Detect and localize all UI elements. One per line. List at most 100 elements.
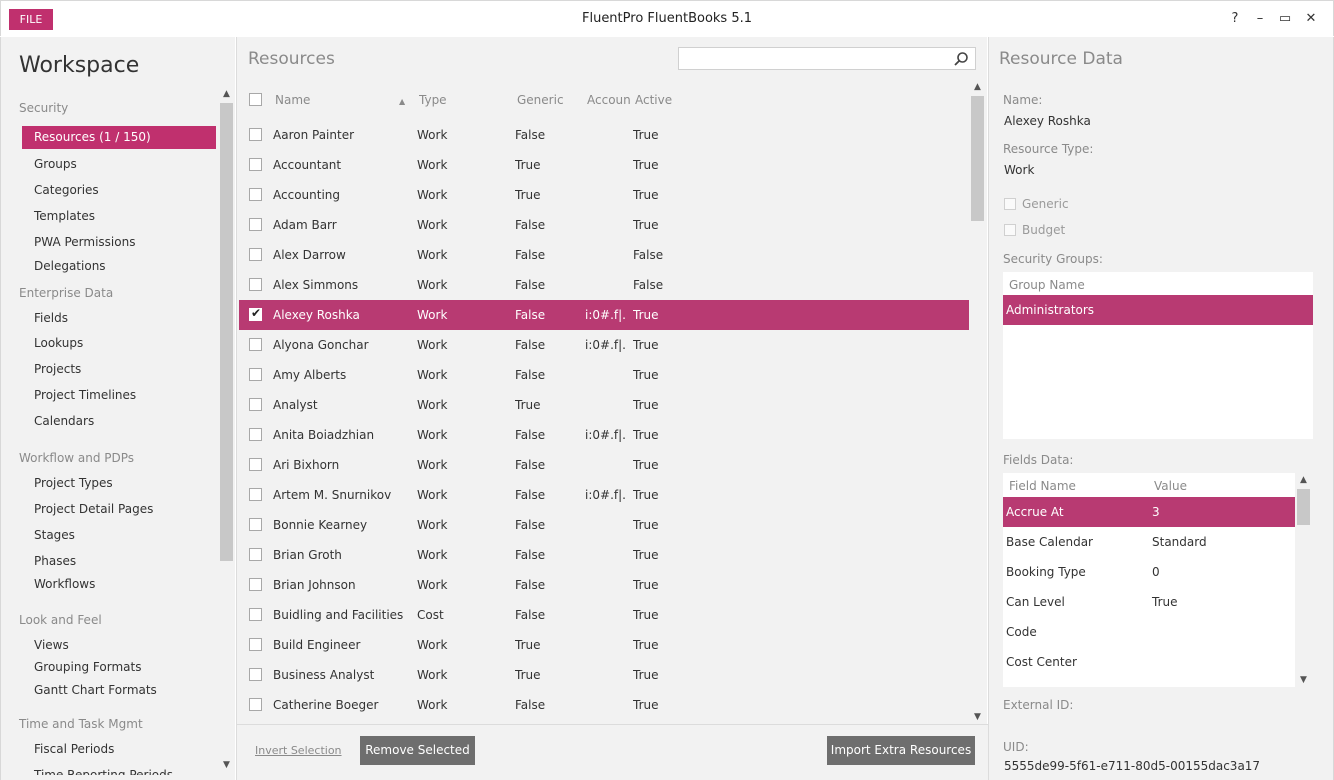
scroll-up-icon[interactable]: ▲ (1295, 475, 1312, 485)
nav-item[interactable]: Phases (34, 554, 76, 568)
field-row[interactable]: Cost Center (1003, 647, 1295, 677)
scroll-thumb[interactable] (971, 96, 984, 221)
minimize-button[interactable]: – (1252, 11, 1268, 26)
table-row[interactable]: Business Analyst Work True True (239, 660, 969, 690)
nav-item[interactable]: Templates (34, 209, 95, 223)
nav-item[interactable]: Workflows (34, 577, 95, 591)
row-checkbox[interactable] (249, 398, 262, 411)
row-checkbox[interactable] (249, 668, 262, 681)
table-row[interactable]: Build Engineer Work True True (239, 630, 969, 660)
nav-item[interactable]: Gantt Chart Formats (34, 683, 157, 697)
table-row[interactable]: Buidling and Facilities Cost False True (239, 600, 969, 630)
field-row[interactable]: Base Calendar Standard (1003, 527, 1295, 557)
nav-item[interactable]: Delegations (34, 259, 106, 273)
help-button[interactable]: ? (1227, 11, 1243, 26)
invert-selection-link[interactable]: Invert Selection (255, 744, 342, 757)
nav-scrollbar[interactable]: ▲ ▼ (218, 87, 235, 772)
row-checkbox[interactable] (249, 428, 262, 441)
table-row[interactable]: Ari Bixhorn Work False True (239, 450, 969, 480)
scroll-down-icon[interactable]: ▼ (218, 760, 235, 770)
scroll-up-icon[interactable]: ▲ (218, 89, 235, 99)
nav-item[interactable]: Stages (34, 528, 75, 542)
field-row[interactable]: Booking Type 0 (1003, 557, 1295, 587)
column-active[interactable]: Active (635, 93, 695, 107)
resource-type-value[interactable]: Work (1004, 163, 1034, 177)
table-row[interactable]: Anita Boiadzhian Work False i:0#.f|... True (239, 420, 969, 450)
nav-item[interactable]: Projects (34, 362, 81, 376)
security-group-row[interactable]: Administrators (1003, 295, 1313, 325)
nav-item[interactable]: Fields (34, 311, 68, 325)
group-name-header[interactable]: Group Name (1009, 278, 1085, 292)
row-checkbox[interactable] (249, 188, 262, 201)
table-row[interactable]: Aaron Painter Work False True (239, 120, 969, 150)
budget-checkbox[interactable] (1004, 224, 1016, 236)
remove-selected-button[interactable]: Remove Selected (360, 736, 475, 765)
table-row[interactable]: Brian Groth Work False True (239, 540, 969, 570)
row-checkbox[interactable] (249, 548, 262, 561)
nav-item[interactable]: Views (34, 638, 69, 652)
nav-item[interactable]: Categories (34, 183, 99, 197)
search-input[interactable] (678, 47, 976, 70)
table-row[interactable]: Alyona Gonchar Work False i:0#.f|... True (239, 330, 969, 360)
uid-value[interactable]: 5555de99-5f61-e711-80d5-00155dac3a17 (1004, 759, 1260, 773)
row-checkbox[interactable] (249, 278, 262, 291)
scroll-up-icon[interactable]: ▲ (969, 82, 986, 92)
table-row[interactable]: Alex Darrow Work False False (239, 240, 969, 270)
scroll-down-icon[interactable]: ▼ (969, 712, 986, 722)
row-checkbox[interactable]: ✔ (249, 306, 262, 321)
nav-item[interactable]: Time Reporting Periods (34, 768, 173, 775)
row-checkbox[interactable] (249, 128, 262, 141)
nav-item[interactable]: Grouping Formats (34, 660, 141, 674)
value-header[interactable]: Value (1154, 479, 1187, 493)
scroll-down-icon[interactable]: ▼ (1295, 675, 1312, 685)
import-extra-resources-button[interactable]: Import Extra Resources (827, 736, 975, 765)
field-row[interactable]: Code (1003, 617, 1295, 647)
select-all-checkbox[interactable] (249, 93, 262, 106)
row-checkbox[interactable] (249, 518, 262, 531)
table-row[interactable]: Brian Johnson Work False True (239, 570, 969, 600)
nav-item[interactable]: Resources (1 / 150) (22, 126, 216, 149)
table-row[interactable]: Catherine Boeger Work False True (239, 690, 969, 720)
column-name[interactable]: Name (275, 93, 375, 107)
row-checkbox[interactable] (249, 248, 262, 261)
nav-item[interactable]: Project Timelines (34, 388, 136, 402)
nav-item[interactable]: Lookups (34, 336, 83, 350)
row-checkbox[interactable] (249, 698, 262, 711)
table-row[interactable]: Accounting Work True True (239, 180, 969, 210)
table-row[interactable]: Bonnie Kearney Work False True (239, 510, 969, 540)
table-row[interactable]: Adam Barr Work False True (239, 210, 969, 240)
table-row[interactable]: Alex Simmons Work False False (239, 270, 969, 300)
row-checkbox[interactable] (249, 458, 262, 471)
column-type[interactable]: Type (419, 93, 499, 107)
table-row[interactable]: Analyst Work True True (239, 390, 969, 420)
row-checkbox[interactable] (249, 488, 262, 501)
row-checkbox[interactable] (249, 608, 262, 621)
restore-button[interactable]: ▭ (1277, 11, 1293, 26)
nav-item[interactable]: PWA Permissions (34, 235, 135, 249)
field-name-header[interactable]: Field Name (1009, 479, 1076, 493)
scroll-thumb[interactable] (220, 103, 233, 561)
row-checkbox[interactable] (249, 638, 262, 651)
nav-item[interactable]: Fiscal Periods (34, 742, 114, 756)
nav-item[interactable]: Groups (34, 157, 77, 171)
table-row[interactable]: Amy Alberts Work False True (239, 360, 969, 390)
table-row[interactable]: Accountant Work True True (239, 150, 969, 180)
row-checkbox[interactable] (249, 218, 262, 231)
fields-scrollbar[interactable]: ▲ ▼ (1295, 473, 1312, 687)
row-checkbox[interactable] (249, 338, 262, 351)
search-icon[interactable] (953, 51, 969, 67)
nav-item[interactable]: Project Detail Pages (34, 502, 153, 516)
row-checkbox[interactable] (249, 578, 262, 591)
nav-item[interactable]: Project Types (34, 476, 113, 490)
grid-scrollbar[interactable]: ▲ ▼ (969, 80, 986, 724)
field-row[interactable]: Can Level True (1003, 587, 1295, 617)
table-row[interactable]: Artem M. Snurnikov Work False i:0#.f|... Tru… (239, 480, 969, 510)
table-row[interactable]: ✔ Alexey Roshka Work False i:0#.f|... True (239, 300, 969, 330)
name-value[interactable]: Alexey Roshka (1004, 114, 1091, 128)
column-generic[interactable]: Generic (517, 93, 577, 107)
column-account[interactable]: Account (587, 93, 630, 107)
scroll-thumb[interactable] (1297, 489, 1310, 525)
row-checkbox[interactable] (249, 368, 262, 381)
close-button[interactable]: ✕ (1303, 11, 1319, 26)
nav-item[interactable]: Calendars (34, 414, 94, 428)
